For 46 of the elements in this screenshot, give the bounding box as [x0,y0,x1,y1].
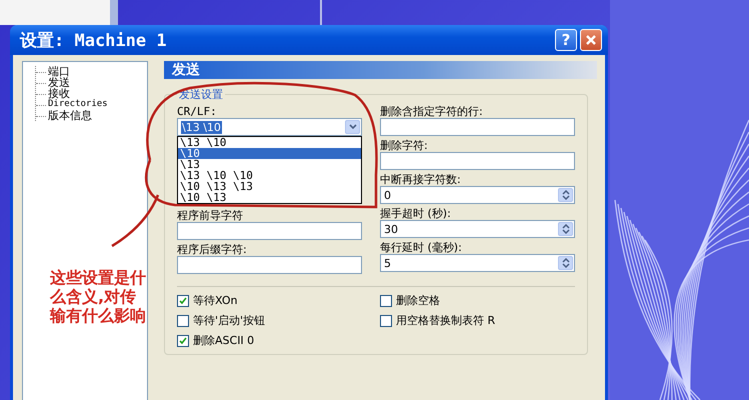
tree-item[interactable]: Directories [36,99,147,110]
help-button[interactable]: ? [555,29,577,51]
dropdown-option[interactable]: \10 [178,148,361,159]
annotation-text: 这些设置是什么含义,对传输有什么影响 [50,268,147,325]
field-label: 每行延时 (毫秒): [380,241,462,254]
close-button[interactable] [580,29,602,51]
dropdown-option[interactable]: \10 \13 [178,192,361,203]
number-field[interactable]: 5 [380,254,575,272]
dropdown-option[interactable]: \13 \10 [178,137,361,148]
number-field[interactable]: 30 [380,220,575,238]
dropdown-option[interactable]: \13 \10 \10 [178,170,361,181]
field-label: 删除字符: [380,139,428,152]
tree-item[interactable]: 版本信息 [36,110,147,121]
checkbox-label: 删除ASCII 0 [193,333,254,348]
number-field[interactable]: 0 [380,186,575,204]
checkbox-label: 删除空格 [396,293,440,308]
text-field[interactable] [380,118,575,136]
checkbox-label: 等待'启动'按钮 [193,313,266,328]
checkbox[interactable] [177,314,189,326]
checkbox[interactable] [380,314,392,326]
spin-button[interactable] [558,222,573,236]
tree-item[interactable]: 接收 [36,88,147,99]
close-icon [585,34,597,46]
window-title: 设置: Machine 1 [20,30,168,52]
checkbox-label: 用空格替换制表符 R [396,313,496,328]
spin-button[interactable] [558,188,573,202]
field-label: 程序前导字符 [177,209,243,222]
dropdown-option[interactable]: \10 \13 \13 [178,181,361,192]
text-field[interactable] [177,256,362,274]
field-label: 删除含指定字符的行: [380,105,483,118]
dropdown-option[interactable]: \13 [178,159,361,170]
crlf-dropdown[interactable]: \13 \10 [177,118,362,136]
checkbox[interactable] [380,294,392,306]
field-label: 中断再接字符数: [380,173,461,186]
field-label: CR/LF: [177,105,217,118]
text-field[interactable] [177,222,362,240]
tree-item[interactable]: 端口 [36,66,147,77]
spin-button[interactable] [558,256,573,270]
checkbox-label: 等待XOn [193,293,238,308]
text-field[interactable] [380,152,575,170]
section-header: 发送 [164,61,597,79]
field-label: 程序后缀字符: [177,243,247,256]
field-label: 握手超时 (秒): [380,207,451,220]
checkbox[interactable] [177,334,189,346]
tree-item[interactable]: 发送 [36,77,147,88]
checkbox[interactable] [177,294,189,306]
